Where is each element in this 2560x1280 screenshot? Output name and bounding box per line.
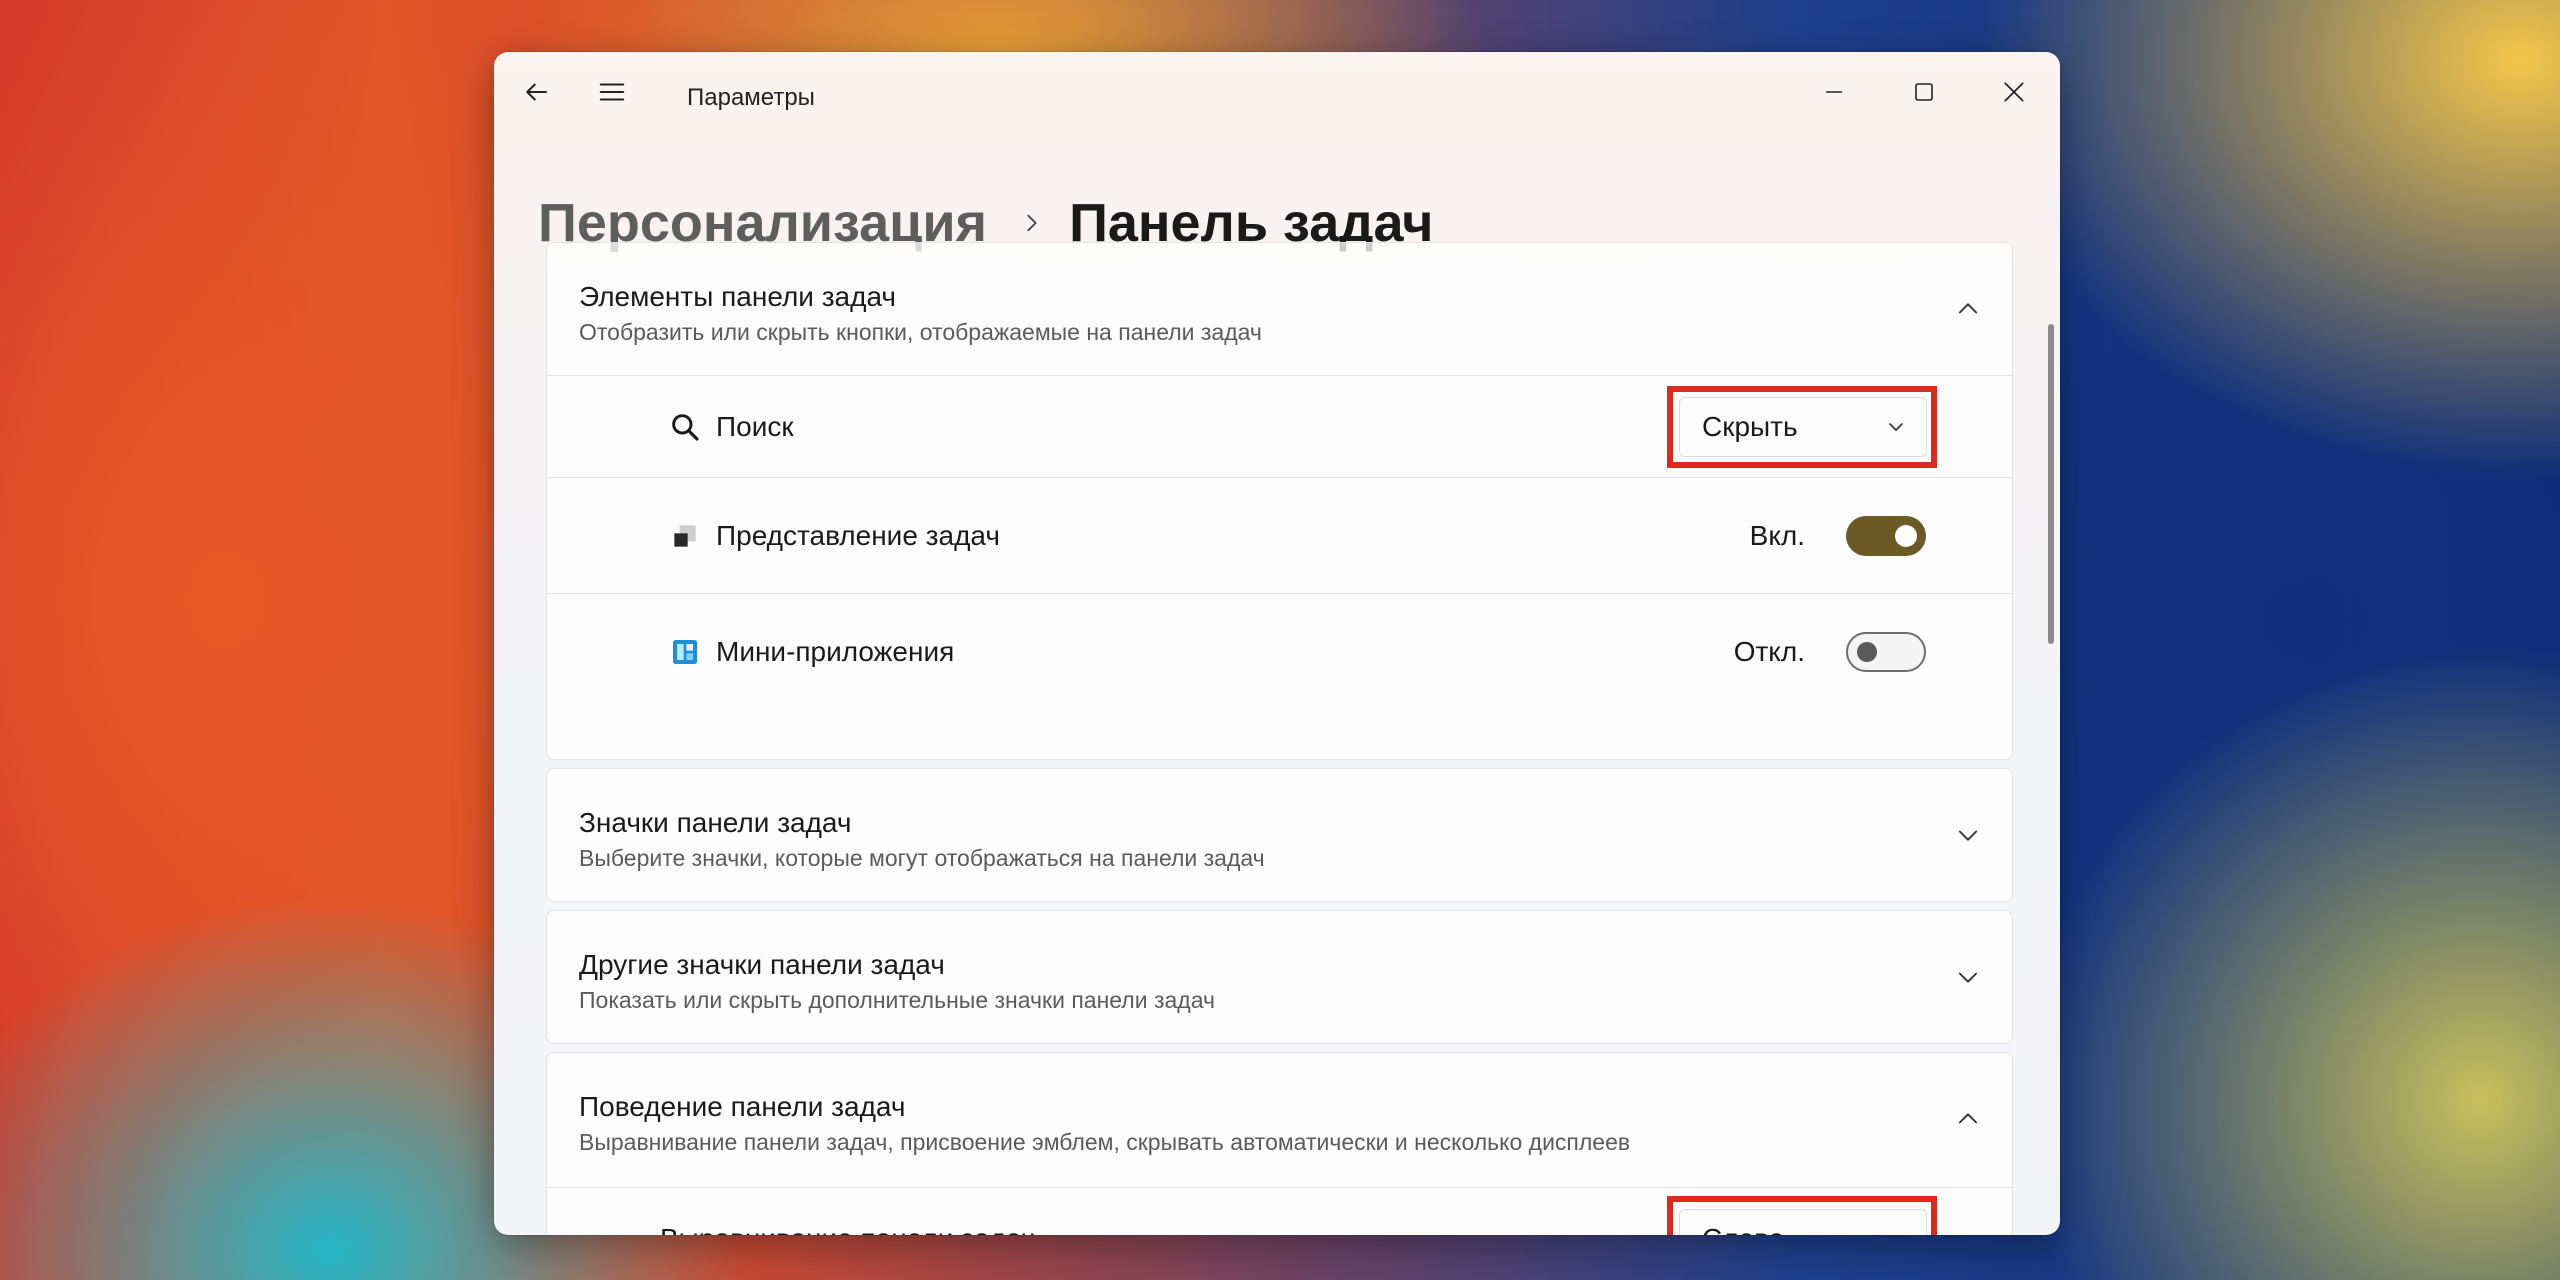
- section-taskbar-behaviors: Поведение панели задач Выравнивание пане…: [546, 1052, 2013, 1235]
- section-taskbar-icons[interactable]: Значки панели задач Выберите значки, кот…: [546, 768, 2013, 902]
- section-subtitle: Отобразить или скрыть кнопки, отображаем…: [579, 319, 1262, 345]
- app-title: Параметры: [687, 84, 815, 111]
- settings-window: Параметры Персонализация Панель задач Эл…: [494, 52, 2060, 1235]
- toggle-state-label: Вкл.: [1749, 519, 1805, 551]
- section-taskbar-items: Элементы панели задач Отобразить или скр…: [546, 242, 2013, 760]
- toggle-state-label: Откл.: [1733, 635, 1805, 667]
- section-header-taskbar-icons[interactable]: Значки панели задач Выберите значки, кот…: [547, 769, 2012, 901]
- section-subtitle: Выберите значки, которые могут отображат…: [579, 845, 1265, 871]
- section-header-taskbar-items[interactable]: Элементы панели задач Отобразить или скр…: [547, 243, 2012, 375]
- widgets-toggle[interactable]: [1846, 631, 1926, 672]
- close-button[interactable]: [1974, 62, 2054, 122]
- section-subtitle: Показать или скрыть дополнительные значк…: [579, 987, 1215, 1013]
- title-bar: Параметры: [494, 52, 2060, 142]
- setting-row-search: Поиск Скрыть: [547, 375, 2012, 477]
- chevron-down-icon[interactable]: [1954, 963, 1982, 991]
- setting-label: Представление задач: [716, 519, 1000, 551]
- scrollbar[interactable]: [2048, 324, 2054, 644]
- menu-button[interactable]: [588, 72, 636, 112]
- section-title: Поведение панели задач: [579, 1091, 906, 1122]
- search-icon: [668, 410, 702, 444]
- breadcrumb-separator-icon: [1021, 212, 1043, 234]
- setting-row-task-view: Представление задач Вкл.: [547, 477, 2012, 593]
- section-subtitle: Выравнивание панели задач, присвоение эм…: [579, 1129, 1631, 1155]
- minimize-button[interactable]: [1794, 62, 1874, 122]
- setting-label: Поиск: [716, 410, 794, 442]
- toggle-knob: [1857, 641, 1877, 662]
- section-title: Другие значки панели задач: [579, 949, 945, 980]
- widgets-icon: [668, 635, 702, 669]
- maximize-button[interactable]: [1884, 62, 1964, 122]
- setting-label: Выравнивание панели задач: [660, 1223, 1035, 1236]
- chevron-up-icon[interactable]: [1954, 1105, 1982, 1133]
- close-icon: [2004, 82, 2024, 102]
- chevron-down-icon[interactable]: [1954, 821, 1982, 849]
- highlight-box: [1667, 386, 1937, 468]
- section-other-icons[interactable]: Другие значки панели задач Показать или …: [546, 910, 2013, 1044]
- maximize-icon: [1915, 83, 1933, 101]
- back-button[interactable]: [512, 72, 560, 112]
- section-header-taskbar-behaviors[interactable]: Поведение панели задач Выравнивание пане…: [547, 1053, 2012, 1185]
- section-header-other-icons[interactable]: Другие значки панели задач Показать или …: [547, 911, 2012, 1043]
- task-view-toggle[interactable]: [1846, 515, 1926, 556]
- highlight-box: [1667, 1196, 1937, 1235]
- minimize-icon: [1826, 91, 1842, 93]
- setting-row-alignment: Выравнивание панели задач Слева: [547, 1187, 2012, 1235]
- back-arrow-icon: [526, 83, 547, 101]
- setting-row-widgets: Мини-приложения Откл.: [547, 593, 2012, 709]
- hamburger-icon: [599, 83, 625, 101]
- toggle-knob: [1895, 524, 1917, 547]
- setting-label: Мини-приложения: [716, 635, 955, 667]
- task-view-icon: [668, 519, 702, 553]
- chevron-up-icon[interactable]: [1954, 295, 1982, 323]
- section-title: Элементы панели задач: [579, 281, 897, 312]
- section-title: Значки панели задач: [579, 807, 852, 838]
